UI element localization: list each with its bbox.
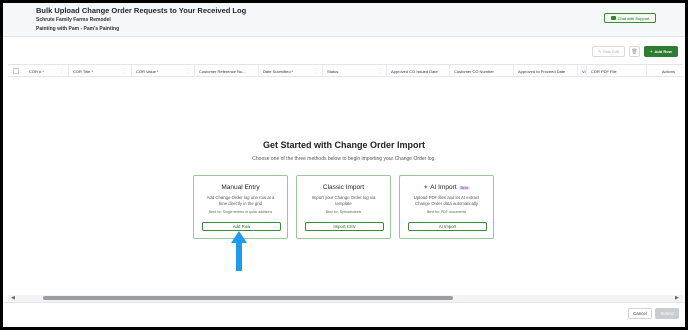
- column-label: COR # *: [29, 68, 44, 74]
- page-header: Bulk Upload Change Order Requests to You…: [3, 3, 685, 37]
- vendor-name: Painting with Pam - Pam's Painting: [36, 26, 120, 32]
- horizontal-scrollbar[interactable]: ◀ ◀ ▶ ▶: [8, 295, 683, 302]
- card-description: Upload PDF files and let AI extract Chan…: [413, 195, 480, 206]
- kebab-menu-icon[interactable]: ⋮: [122, 68, 127, 74]
- add-row-button[interactable]: + Add Row: [644, 46, 678, 57]
- card-title: Manual Entry: [221, 184, 260, 191]
- card-description: Add Change Order log one row at a time d…: [206, 195, 275, 206]
- column-label: COR Value *: [136, 68, 159, 74]
- footer-bar: [3, 302, 685, 327]
- column-header-cor-value[interactable]: COR Value * ⋮: [132, 65, 195, 77]
- column-label: Approved CO Issued Date: [391, 68, 438, 74]
- arrow-right-icon[interactable]: ▶: [675, 295, 679, 301]
- column-label: COR PDF File: [591, 68, 617, 74]
- column-header-cor-pdf-file[interactable]: COR PDF File: [587, 65, 647, 77]
- project-name: Schrute Family Farms Remodel: [36, 17, 111, 23]
- grid-header: COR # * ⋮ COR Title * ⋮ COR Value * ⋮ Custo…: [8, 64, 683, 77]
- plus-icon: +: [650, 49, 653, 54]
- column-header-customer-co-number[interactable]: Customer CO Number: [450, 65, 514, 77]
- kebab-menu-icon[interactable]: ⋮: [313, 68, 318, 74]
- column-header-truncated[interactable]: Vi: [578, 65, 587, 77]
- column-header-status[interactable]: Status ⋮: [323, 65, 387, 77]
- column-label: Approved to Proceed Date: [518, 68, 566, 74]
- column-header-approved-co-issued-date[interactable]: Approved CO Issued Date: [387, 65, 450, 77]
- column-label: Actions: [661, 68, 675, 74]
- classic-import-card: Classic Import Import your Change Order …: [296, 175, 391, 239]
- delete-button[interactable]: 🗑: [629, 46, 640, 57]
- app-frame: Bulk Upload Change Order Requests to You…: [3, 3, 685, 327]
- pencil-icon: ✎: [597, 49, 602, 54]
- scrollbar-thumb[interactable]: [43, 296, 453, 300]
- card-best-for: Best for: Single entries or quick additi…: [208, 210, 273, 214]
- column-label: Date Submitted *: [263, 68, 294, 74]
- trash-icon: 🗑: [631, 48, 638, 55]
- card-best-for: Best for: PDF documents: [426, 210, 467, 214]
- column-label: COR Title *: [73, 68, 94, 74]
- empty-state-title: Get Started with Change Order Import: [262, 140, 426, 150]
- select-all-checkbox[interactable]: [13, 68, 19, 74]
- kebab-menu-icon[interactable]: ⋮: [59, 68, 64, 74]
- card-title: ✦ AI Import Beta: [400, 184, 493, 191]
- submit-button[interactable]: Submit: [655, 308, 679, 319]
- bulk-edit-button[interactable]: ✎ Bulk Edit: [592, 46, 625, 57]
- column-header-date-submitted[interactable]: Date Submitted * ⋮: [259, 65, 323, 77]
- cancel-button[interactable]: Cancel: [628, 308, 652, 319]
- kebab-menu-icon[interactable]: ⋮: [185, 68, 190, 74]
- card-title-label: AI Import: [430, 184, 457, 191]
- ai-import-card: ✦ AI Import Beta Upload PDF files and le…: [399, 175, 494, 239]
- column-label: Status: [327, 68, 339, 74]
- ai-import-button[interactable]: AI Import: [408, 222, 487, 231]
- column-header-approved-to-proceed-date[interactable]: Approved to Proceed Date: [514, 65, 578, 77]
- column-header-actions: Actions: [647, 65, 683, 77]
- beta-badge: Beta: [458, 185, 470, 190]
- column-header-customer-reference[interactable]: Customer Reference Nu...: [195, 65, 259, 77]
- card-best-for: Best for: Spreadsheets: [325, 210, 362, 214]
- column-label: Customer Reference Nu...: [199, 68, 246, 74]
- bulk-edit-label: Bulk Edit: [603, 49, 620, 54]
- card-description: Import your Change Order log via templat…: [311, 195, 376, 206]
- page-title: Bulk Upload Change Order Requests to You…: [36, 6, 247, 15]
- column-header-cor-title[interactable]: COR Title * ⋮: [69, 65, 132, 77]
- chat-with-support-label: Chat with Support: [617, 15, 650, 21]
- empty-state-description: Choose one of the three methods below to…: [252, 156, 436, 162]
- annotation-arrow-icon: [231, 231, 247, 271]
- import-csv-button[interactable]: Import CSV: [305, 222, 384, 231]
- arrow-left-icon[interactable]: ◀: [11, 295, 15, 301]
- column-label: Customer CO Number: [454, 68, 494, 74]
- card-title: Classic Import: [322, 184, 365, 191]
- chat-with-support-button[interactable]: Chat with Support: [604, 13, 656, 23]
- kebab-menu-icon[interactable]: ⋮: [377, 68, 382, 74]
- column-header-cor-number[interactable]: COR # * ⋮: [25, 65, 69, 77]
- sparkle-icon: ✦: [423, 185, 429, 191]
- column-label: Vi: [582, 68, 586, 74]
- add-row-label: Add Row: [654, 49, 672, 54]
- chat-icon: [610, 16, 616, 20]
